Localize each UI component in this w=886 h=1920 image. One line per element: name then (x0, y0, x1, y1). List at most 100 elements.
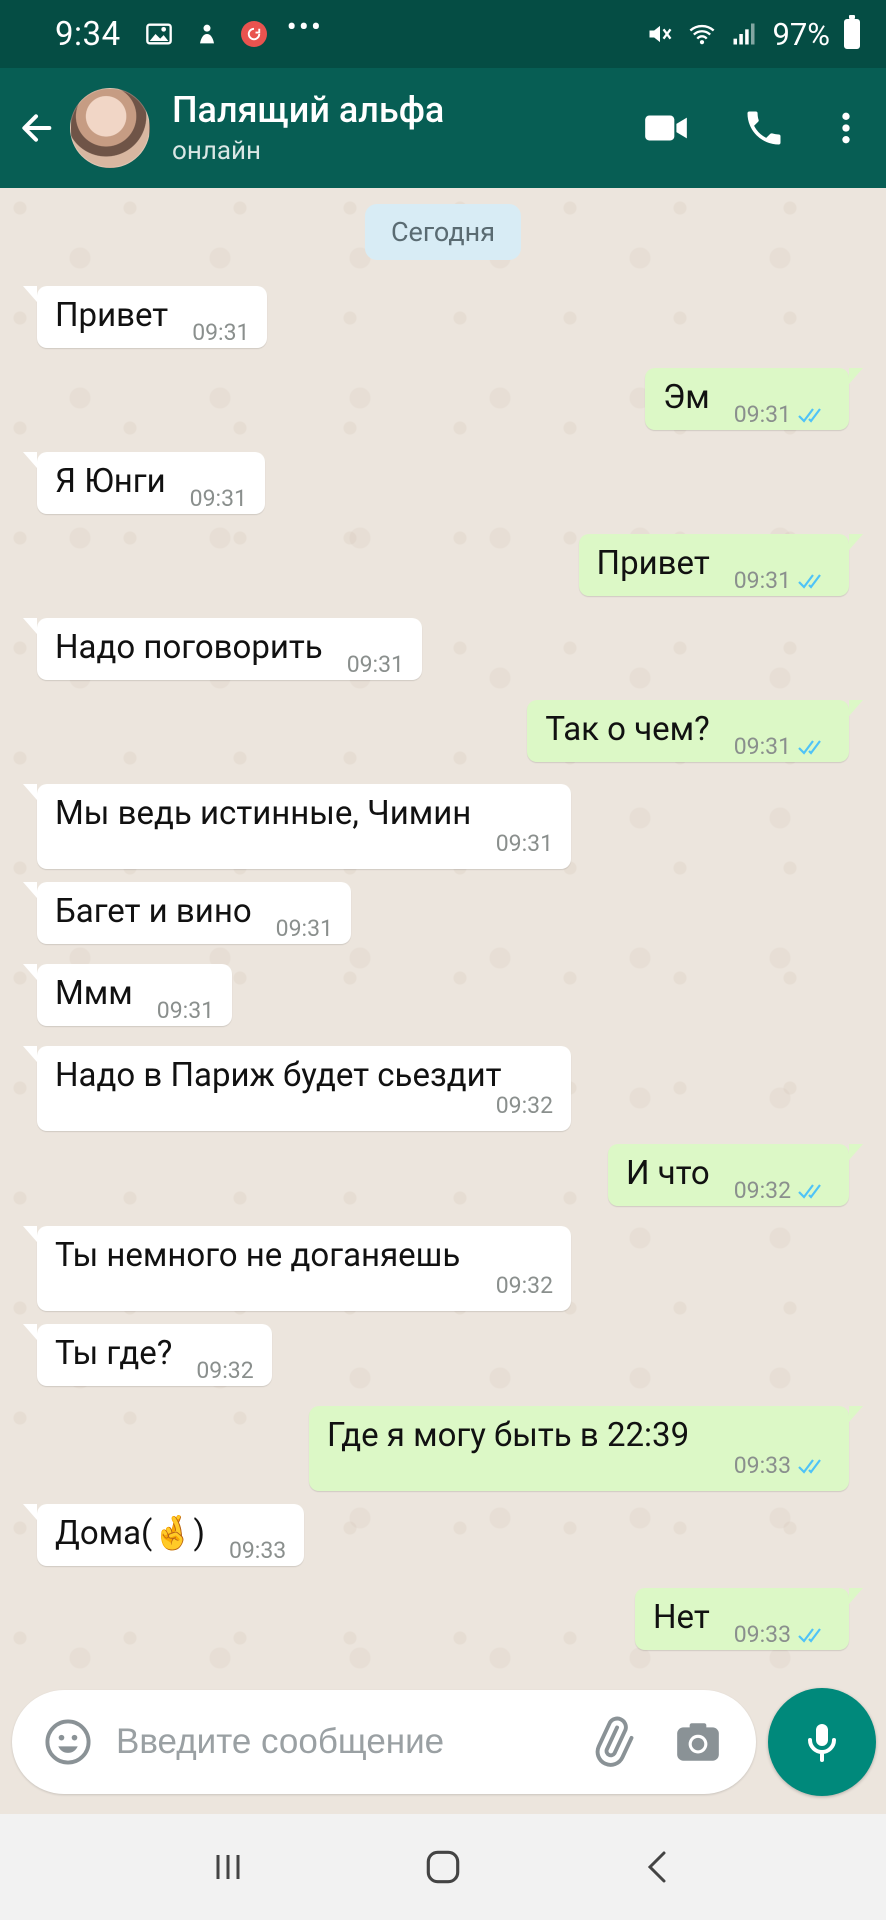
phone-icon (747, 111, 781, 145)
message-incoming[interactable]: Ты немного не доганяешь 09:32 (23, 1226, 571, 1311)
message-outgoing[interactable]: Нет 09:33 (634, 1588, 864, 1650)
message-list[interactable]: Сегодня Привет 09:31 Эм 09:31 Я Юнги 09:31 … (0, 188, 886, 1688)
message-incoming[interactable]: Дома(🤞) 09:33 (22, 1504, 305, 1566)
read-ticks-icon (797, 1456, 831, 1476)
screen-record-icon (240, 21, 267, 47)
message-time: 09:33 (733, 1621, 791, 1648)
message-text: Ты где? (55, 1334, 173, 1373)
message-text: Ты немного не доганяешь (55, 1236, 461, 1275)
video-camera-icon (645, 115, 687, 141)
microphone-icon (808, 1724, 836, 1762)
message-time: 09:31 (733, 401, 791, 428)
message-text: Мы ведь истинные, Чимин (55, 794, 472, 833)
read-ticks-icon (797, 1181, 831, 1201)
message-incoming[interactable]: Багет и вино 09:31 (23, 882, 351, 944)
mute-icon (646, 20, 674, 48)
message-incoming[interactable]: Ммм 09:31 (22, 964, 233, 1026)
message-input[interactable] (116, 1722, 580, 1762)
contact-status: онлайн (172, 136, 261, 166)
message-composer (12, 1690, 756, 1794)
emoji-icon (45, 1719, 91, 1765)
message-text: Надо в Париж будет сьездит (55, 1056, 502, 1095)
message-time: 09:32 (495, 1272, 553, 1299)
recents-icon (216, 1855, 240, 1879)
message-time: 09:31 (156, 997, 215, 1024)
message-incoming[interactable]: Привет 09:31 (22, 286, 268, 348)
message-time: 09:32 (733, 1177, 791, 1204)
message-outgoing[interactable]: И что 09:32 (608, 1144, 863, 1206)
message-incoming[interactable]: Надо поговорить 09:31 (23, 618, 422, 680)
message-text: Я Юнги (55, 462, 166, 501)
video-call-button[interactable] (634, 96, 698, 160)
message-outgoing[interactable]: Где я могу быть в 22:39 09:33 (309, 1406, 863, 1491)
message-time: 09:31 (189, 485, 247, 512)
recents-button[interactable] (188, 1827, 268, 1907)
paperclip-icon (595, 1716, 634, 1767)
system-indicators: 97% (646, 15, 860, 53)
message-text: Так о чем? (545, 710, 710, 749)
message-incoming[interactable]: Я Юнги 09:31 (23, 452, 265, 514)
message-time: 09:32 (196, 1357, 254, 1384)
more-options-button[interactable] (814, 96, 878, 160)
message-text: Дома(🤞) (55, 1514, 205, 1553)
battery-icon (844, 15, 860, 49)
message-text: Надо поговорить (55, 628, 323, 667)
message-text: Привет (596, 544, 710, 583)
attach-button[interactable] (580, 1710, 644, 1774)
message-time: 09:33 (733, 1452, 791, 1479)
wifi-icon (688, 20, 716, 48)
message-text: Нет (652, 1598, 710, 1637)
back-button[interactable] (4, 96, 68, 160)
message-incoming[interactable]: Мы ведь истинные, Чимин 09:31 (23, 784, 571, 869)
camera-button[interactable] (666, 1710, 730, 1774)
home-icon (426, 1850, 460, 1884)
emoji-button[interactable] (36, 1710, 100, 1774)
chat-header: Палящий альфа онлайн (0, 68, 886, 188)
read-ticks-icon (797, 571, 831, 591)
status-bar: 9:34 ••• 97% (0, 0, 886, 68)
message-text: Ммм (55, 974, 133, 1013)
message-time: 09:32 (495, 1092, 553, 1119)
message-time: 09:31 (733, 567, 791, 594)
message-incoming[interactable]: Ты где? 09:32 (23, 1324, 272, 1386)
read-ticks-icon (797, 737, 831, 757)
home-button[interactable] (403, 1827, 483, 1907)
contact-avatar[interactable] (70, 88, 150, 168)
message-time: 09:33 (228, 1537, 287, 1564)
message-time: 09:31 (346, 651, 404, 678)
app-notification-icon (193, 20, 221, 48)
back-nav-button[interactable] (618, 1827, 698, 1907)
message-time: 09:31 (275, 915, 333, 942)
system-navigation-bar (0, 1814, 886, 1920)
camera-icon (677, 1723, 719, 1761)
message-time: 09:31 (192, 319, 250, 346)
contact-name: Палящий альфа (172, 89, 445, 131)
message-outgoing[interactable]: Эм 09:31 (644, 368, 864, 430)
message-text: Багет и вино (55, 892, 252, 931)
message-text: Где я могу быть в 22:39 (327, 1416, 690, 1455)
contact-info[interactable]: Палящий альфа онлайн (172, 89, 444, 167)
status-time: 9:34 (55, 14, 121, 54)
message-text: Эм (662, 378, 710, 417)
read-ticks-icon (797, 1625, 831, 1645)
read-ticks-icon (797, 405, 831, 425)
signal-icon (730, 20, 758, 48)
message-outgoing[interactable]: Привет 09:31 (578, 534, 864, 596)
arrow-left-icon (22, 114, 52, 142)
message-text: Привет (55, 296, 169, 335)
message-time: 09:31 (495, 830, 553, 857)
date-separator: Сегодня (364, 204, 522, 260)
message-text: И что (626, 1154, 710, 1193)
voice-call-button[interactable] (732, 96, 796, 160)
message-outgoing[interactable]: Так о чем? 09:31 (527, 700, 863, 762)
whatsapp-chat-screen: 9:34 ••• 97% Палящий альфа онлайн Сегодн… (0, 0, 886, 1920)
message-time: 09:31 (733, 733, 791, 760)
message-incoming[interactable]: Надо в Париж будет сьездит 09:32 (23, 1046, 571, 1131)
notification-icons: ••• (145, 13, 323, 49)
more-vertical-icon (842, 112, 850, 144)
header-actions (634, 96, 886, 160)
battery-percent: 97% (772, 15, 830, 53)
more-notifications-icon: ••• (286, 10, 324, 45)
voice-record-button[interactable] (768, 1688, 876, 1796)
gallery-icon (145, 20, 173, 48)
